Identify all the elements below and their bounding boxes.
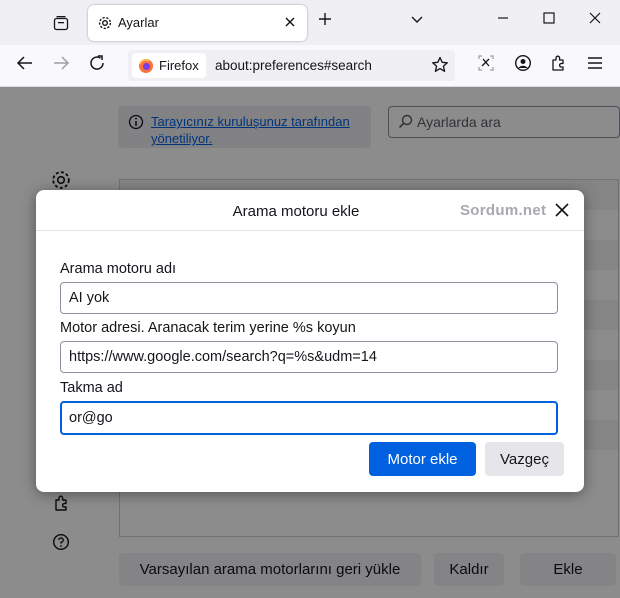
reload-icon[interactable] — [88, 54, 106, 72]
engine-url-label: Motor adresi. Aranacak terim yerine %s k… — [60, 320, 356, 336]
screenshot-icon[interactable] — [477, 54, 495, 72]
alias-field[interactable]: or@go — [60, 401, 558, 435]
engine-name-label: Arama motoru adı — [60, 261, 177, 277]
back-arrow-icon[interactable] — [16, 54, 34, 72]
menu-icon[interactable] — [587, 54, 603, 72]
account-icon[interactable] — [514, 54, 532, 72]
gear-icon — [98, 16, 112, 30]
tab-settings[interactable]: Ayarlar — [88, 5, 307, 41]
tab-title: Ayarlar — [118, 15, 159, 30]
add-engine-confirm-button[interactable]: Motor ekle — [369, 442, 476, 476]
dialog-close-icon[interactable] — [554, 202, 570, 218]
chevron-down-icon[interactable] — [410, 12, 424, 26]
firefox-logo-icon — [139, 58, 153, 73]
firefox-view-button[interactable] — [45, 8, 77, 38]
watermark: Sordum.net — [460, 202, 547, 219]
tab-strip: Ayarlar — [0, 0, 620, 45]
dialog-divider — [36, 230, 584, 231]
identity-label: Firefox — [159, 58, 199, 73]
cancel-button[interactable]: Vazgeç — [485, 442, 564, 476]
firefox-view-icon — [53, 16, 69, 31]
minimize-icon[interactable] — [497, 12, 509, 24]
plus-icon[interactable] — [318, 12, 332, 26]
navigation-toolbar: Firefox about:preferences#search — [0, 45, 620, 87]
alias-label: Takma ad — [60, 380, 123, 396]
extensions-icon[interactable] — [550, 54, 568, 72]
bookmark-star-icon[interactable] — [431, 56, 449, 74]
maximize-icon[interactable] — [543, 12, 555, 24]
close-icon[interactable] — [284, 16, 296, 28]
url-text[interactable]: about:preferences#search — [215, 58, 372, 73]
window-close-icon[interactable] — [589, 12, 601, 24]
engine-name-field[interactable]: AI yok — [60, 282, 558, 314]
engine-url-field[interactable]: https://www.google.com/search?q=%s&udm=1… — [60, 341, 558, 373]
identity-box[interactable]: Firefox — [132, 53, 206, 78]
add-search-engine-dialog: Arama motoru ekle Sordum.net Arama motor… — [36, 190, 584, 492]
url-bar[interactable]: Firefox about:preferences#search — [128, 50, 455, 81]
forward-arrow-icon[interactable] — [52, 54, 70, 72]
